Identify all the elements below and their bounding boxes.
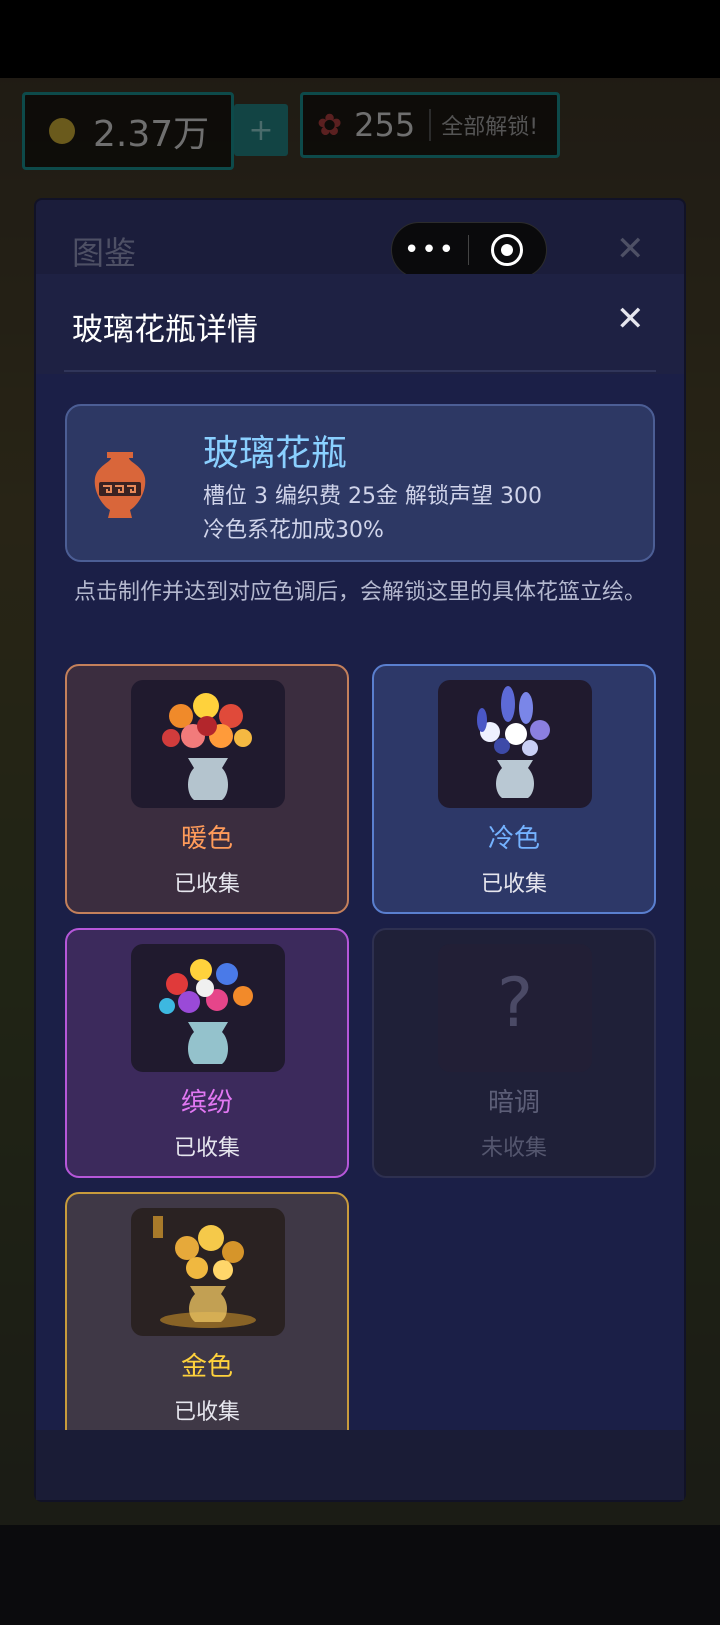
warm-bouquet-image [131, 680, 285, 808]
variant-name: 暖色 [180, 824, 233, 854]
petal-counter: ✿ 255 全部解锁! [300, 92, 560, 158]
variant-name: 冷色 [487, 824, 540, 854]
vase-icon [94, 452, 146, 518]
vase-stats: 槽位 3 编织费 25金 解锁声望 300 [203, 484, 542, 509]
gold-bouquet-image [131, 1208, 285, 1336]
variant-card-vivid[interactable]: 缤纷 已收集 [65, 928, 349, 1178]
detail-header: 玻璃花瓶详情 ✕ [36, 274, 684, 374]
variant-card-warm[interactable]: 暖色 已收集 [65, 664, 349, 914]
vase-bonus: 冷色系花加成30% [203, 518, 384, 543]
unlock-hint: 点击制作并达到对应色调后，会解锁这里的具体花篮立绘。 [73, 580, 646, 605]
variant-name: 金色 [180, 1352, 233, 1382]
coin-icon [49, 118, 75, 144]
vase-name: 玻璃花瓶 [203, 433, 348, 474]
target-icon [491, 234, 523, 266]
variant-card-dark[interactable]: ? 暗调 未收集 [372, 928, 656, 1178]
flower-icon: ✿ [317, 107, 343, 143]
variant-card-gold[interactable]: 金色 已收集 [65, 1192, 349, 1430]
unlock-all-label: 全部解锁! [429, 109, 538, 141]
status-bar [0, 0, 720, 78]
exit-miniprogram-button[interactable] [469, 234, 545, 266]
variant-name: 缤纷 [180, 1088, 233, 1118]
bottom-area [0, 1525, 720, 1625]
panel-footer [36, 1430, 684, 1500]
variant-name: 暗调 [487, 1088, 540, 1118]
more-options-icon[interactable]: ••• [392, 237, 468, 263]
add-coins-button: + [234, 104, 288, 156]
vase-info-card: 玻璃花瓶 槽位 3 编织费 25金 解锁声望 300 冷色系花加成30% [65, 404, 655, 562]
petal-value: 255 [354, 106, 416, 144]
catalog-close-icon[interactable]: ✕ [616, 232, 645, 266]
vase-detail-panel: 玻璃花瓶详情 ✕ 玻璃花瓶 槽位 3 编织费 25金 解锁声望 300 冷色系花… [36, 274, 684, 1430]
variant-status: 已收集 [173, 872, 240, 897]
variant-card-cool[interactable]: 冷色 已收集 [372, 664, 656, 914]
miniprogram-capsule: ••• [391, 222, 547, 278]
header-divider [64, 370, 656, 372]
cool-bouquet-image [438, 680, 592, 808]
locked-placeholder: ? [438, 944, 592, 1072]
detail-close-icon[interactable]: ✕ [616, 302, 645, 336]
catalog-title: 图鉴 [72, 234, 137, 272]
coin-value: 2.37万 [93, 114, 210, 155]
variant-status: 已收集 [173, 1136, 240, 1161]
detail-title: 玻璃花瓶详情 [72, 312, 258, 348]
variant-status: 已收集 [480, 872, 547, 897]
variant-status: 未收集 [480, 1136, 547, 1161]
question-mark-icon: ? [496, 964, 534, 1043]
coin-counter: 2.37万 [22, 92, 234, 170]
vivid-bouquet-image [131, 944, 285, 1072]
variant-status: 已收集 [173, 1400, 240, 1425]
